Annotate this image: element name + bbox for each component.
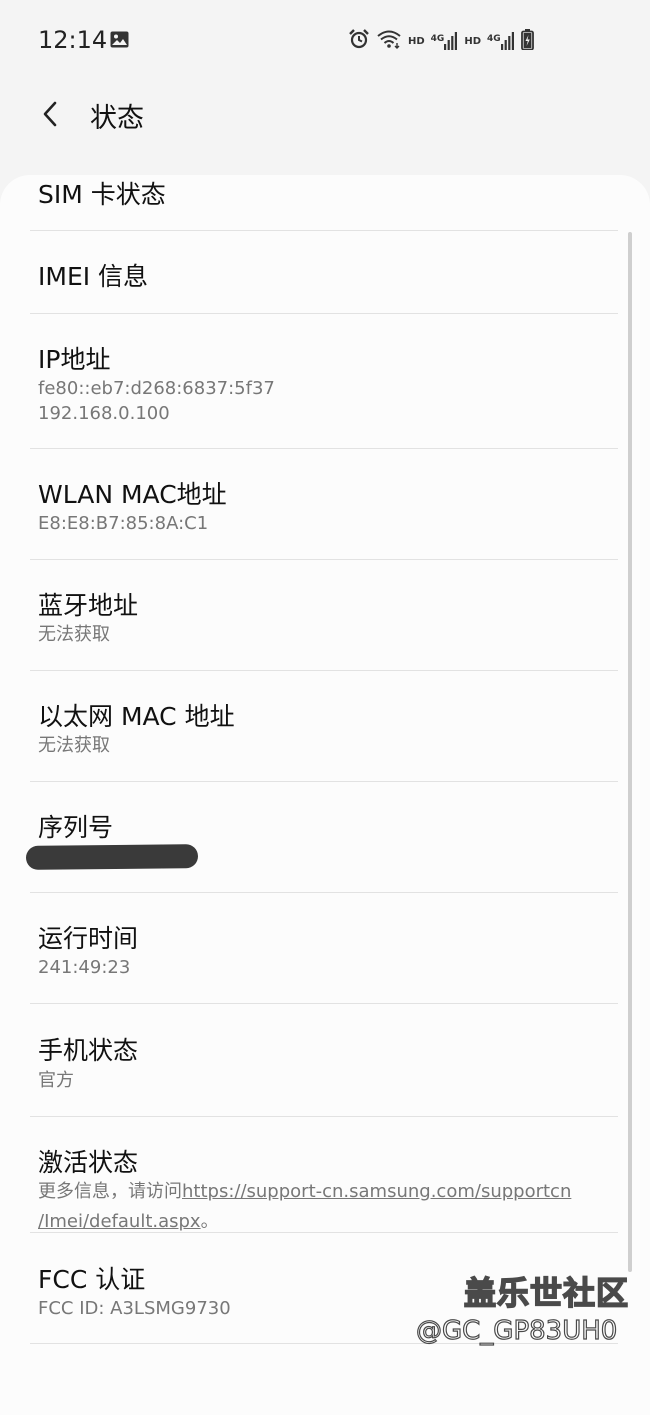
- support-link[interactable]: https://support-cn.samsung.com/supportcn: [182, 1181, 571, 1202]
- gallery-notification-icon: [110, 31, 129, 52]
- status-list: SIM 卡状态 IMEI 信息 IP地址 fe80::eb7:d268:6837…: [0, 175, 650, 1415]
- watermark-handle: @GC_GP83UH0: [415, 1315, 618, 1346]
- wifi-icon: [376, 29, 402, 53]
- item-value: E8:E8:B7:85:8A:C1: [38, 513, 209, 534]
- activation-info-line-1: 更多信息，请访问https://support-cn.samsung.com/s…: [38, 1178, 571, 1206]
- item-title: 以太网 MAC 地址: [38, 702, 235, 731]
- list-item-bluetooth-address[interactable]: 蓝牙地址 无法获取: [0, 560, 650, 670]
- item-title: 蓝牙地址: [38, 591, 139, 620]
- network-4g-label-2: 4G: [487, 34, 501, 44]
- item-value: fe80::eb7:d268:6837:5f37: [38, 378, 275, 399]
- item-title: WLAN MAC地址: [38, 480, 227, 509]
- status-bar: 12:14 HD 4G HD 4G: [0, 0, 650, 80]
- item-value: 官方: [38, 1070, 74, 1091]
- signal-icon-1: 4G: [431, 32, 459, 50]
- watermark-title: 盖乐世社区: [463, 1273, 630, 1313]
- item-value: FCC ID: A3LSMG9730: [38, 1298, 231, 1319]
- list-item-uptime[interactable]: 运行时间 241:49:23: [0, 893, 650, 1003]
- item-title: IP地址: [38, 345, 111, 374]
- battery-charging-icon: [520, 28, 534, 54]
- item-title: FCC 认证: [38, 1265, 146, 1294]
- activation-suffix: 。: [200, 1211, 219, 1232]
- list-item-ethernet-mac[interactable]: 以太网 MAC 地址 无法获取: [0, 671, 650, 781]
- item-value: 无法获取: [38, 624, 110, 645]
- item-title: 运行时间: [38, 924, 139, 953]
- list-item-wlan-mac[interactable]: WLAN MAC地址 E8:E8:B7:85:8A:C1: [0, 449, 650, 559]
- status-icons: HD 4G HD 4G: [348, 28, 534, 54]
- network-4g-label-1: 4G: [430, 34, 445, 44]
- alarm-icon: [348, 28, 370, 54]
- list-item-imei[interactable]: IMEI 信息: [0, 231, 650, 313]
- app-bar: 状态: [0, 80, 650, 150]
- list-item-sim-status[interactable]: SIM 卡状态: [0, 175, 650, 230]
- hd-label-1: HD: [408, 35, 425, 47]
- list-item-serial-number[interactable]: 序列号: [0, 782, 650, 892]
- item-title: IMEI 信息: [38, 262, 149, 291]
- item-title: SIM 卡状态: [38, 180, 166, 209]
- back-button[interactable]: [30, 94, 70, 134]
- item-value: 192.168.0.100: [38, 403, 170, 424]
- back-arrow-icon: [43, 101, 57, 127]
- item-value: 无法获取: [38, 735, 110, 756]
- item-title: 手机状态: [38, 1036, 139, 1065]
- list-item-ip-address[interactable]: IP地址 fe80::eb7:d268:6837:5f37 192.168.0.…: [0, 314, 650, 448]
- hd-label-2: HD: [464, 35, 481, 47]
- list-item-activation-status: 激活状态 更多信息，请访问https://support-cn.samsung.…: [0, 1117, 650, 1232]
- item-title: 序列号: [38, 813, 114, 842]
- page-title: 状态: [90, 103, 144, 134]
- redaction-mark: [25, 844, 199, 870]
- item-title: 激活状态: [38, 1148, 139, 1177]
- list-item-phone-status[interactable]: 手机状态 官方: [0, 1004, 650, 1116]
- activation-prefix: 更多信息，请访问: [38, 1181, 182, 1202]
- item-value: 241:49:23: [38, 957, 131, 978]
- support-link-continued[interactable]: /Imei/default.aspx: [38, 1211, 201, 1232]
- scrollbar[interactable]: [628, 232, 632, 1272]
- signal-icon-2: 4G: [487, 32, 515, 50]
- status-time: 12:14: [38, 26, 108, 54]
